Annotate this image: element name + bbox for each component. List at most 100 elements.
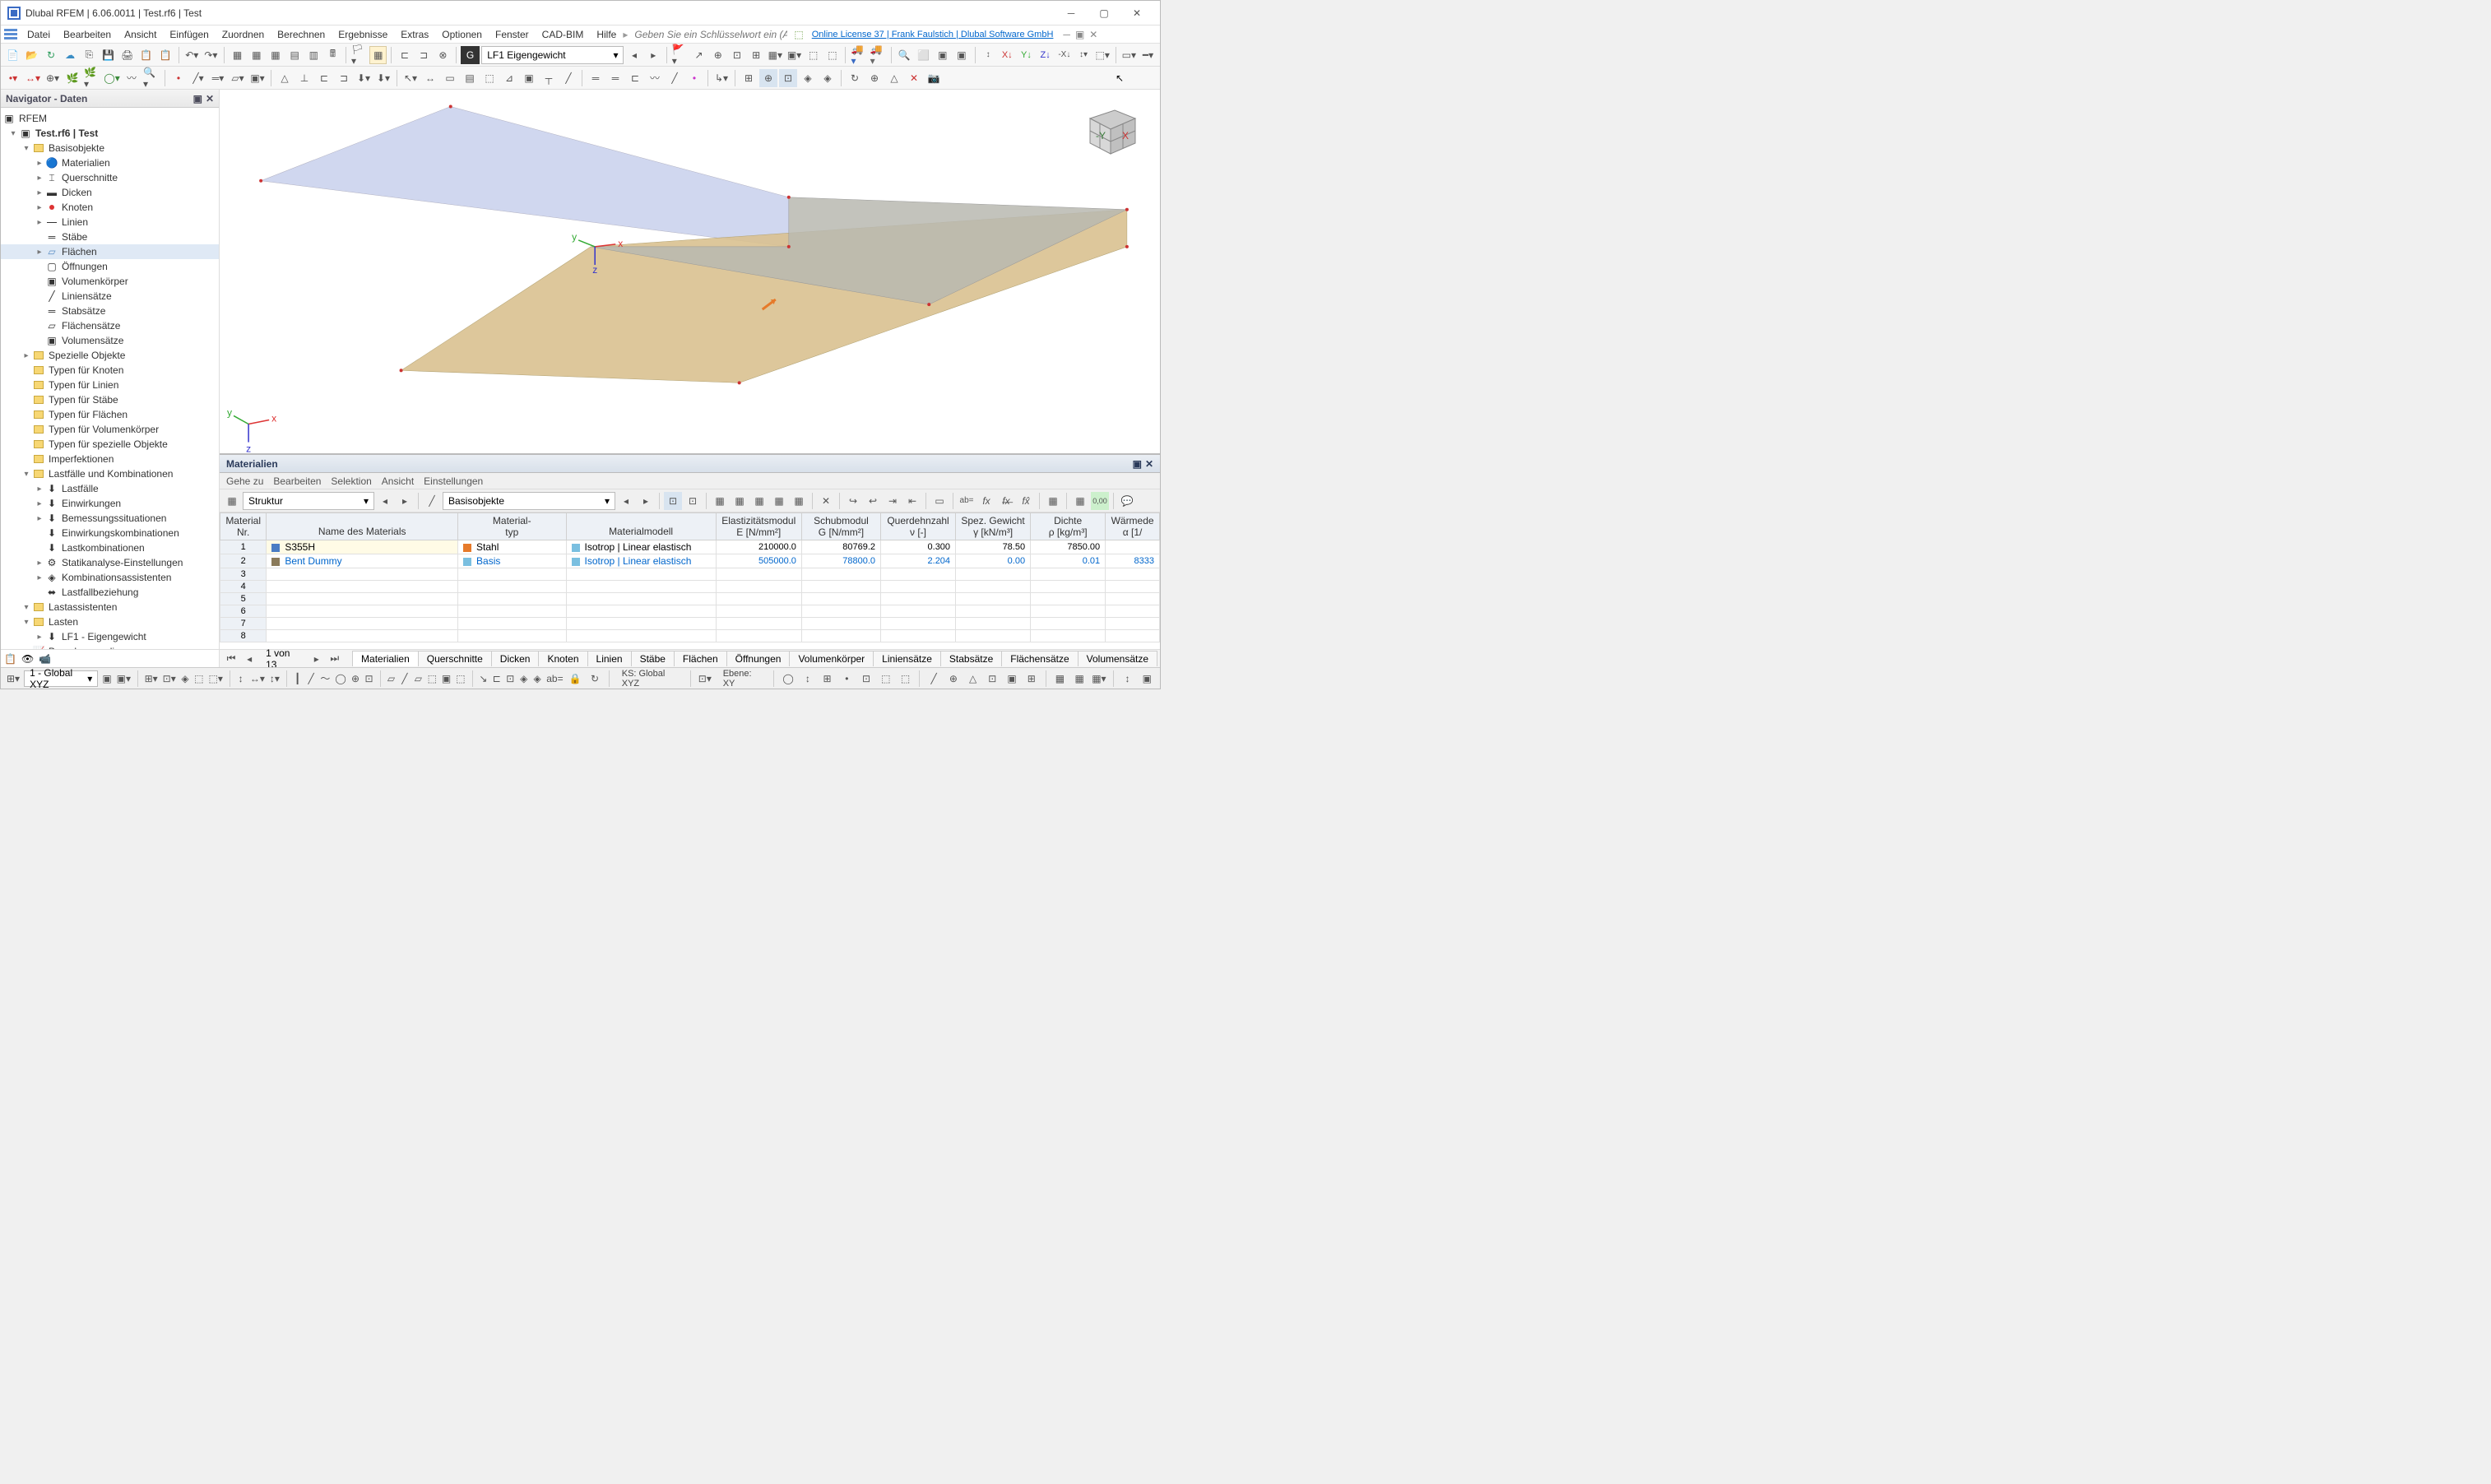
tree-lastfaelle-komb[interactable]: Lastfälle und Kombinationen xyxy=(49,468,173,480)
sb27-icon[interactable]: ◈ xyxy=(532,670,542,688)
sb26-icon[interactable]: ◈ xyxy=(518,670,528,688)
expand-icon[interactable]: ▾ xyxy=(21,470,32,479)
t1-icon[interactable]: ┬ xyxy=(540,69,558,87)
expand-icon[interactable]: ▾ xyxy=(21,603,32,612)
redo-icon[interactable]: ↷▾ xyxy=(202,46,220,64)
tree-einwirkungen[interactable]: Einwirkungen xyxy=(62,498,121,509)
cs-button-icon[interactable]: ⊞▾ xyxy=(6,670,21,688)
expand-icon[interactable]: ▸ xyxy=(34,248,45,257)
expand-icon[interactable]: ▸ xyxy=(34,559,45,568)
expand-icon[interactable]: ▸ xyxy=(34,203,45,212)
bp-num-icon[interactable]: 0,00 xyxy=(1091,492,1109,510)
nx-axis-icon[interactable]: -X↓ xyxy=(1055,46,1073,64)
navigator-tree[interactable]: ▣RFEM ▾▣Test.rf6 | Test ▾Basisobjekte ▸🔵… xyxy=(1,108,219,649)
sb23-icon[interactable]: ↘ xyxy=(478,670,488,688)
bp-t7-icon[interactable]: ▦ xyxy=(790,492,808,510)
refresh-icon[interactable]: ↻ xyxy=(42,46,59,64)
sr5-icon[interactable]: ◯ xyxy=(780,670,796,688)
bp-t2-icon[interactable]: ⊡ xyxy=(684,492,702,510)
grid3-icon[interactable]: ▦ xyxy=(267,46,284,64)
expand-icon[interactable]: ▸ xyxy=(34,485,45,494)
cell-type[interactable]: Basis xyxy=(458,554,567,568)
x-axis-icon[interactable]: X↓ xyxy=(999,46,1016,64)
tree-typen-linien[interactable]: Typen für Linien xyxy=(49,379,118,391)
cell-v[interactable] xyxy=(881,581,956,593)
grid2-icon[interactable]: ▦ xyxy=(248,46,265,64)
next-icon[interactable]: ▸ xyxy=(308,650,325,668)
sb21-icon[interactable]: ▣ xyxy=(441,670,452,688)
minimize-button[interactable]: ─ xyxy=(1055,2,1088,25)
bp-fxs-icon[interactable]: f̶x̶ xyxy=(997,492,1015,510)
load1-icon[interactable]: ⬇▾ xyxy=(355,69,373,87)
doc2-icon[interactable]: 📋 xyxy=(157,46,174,64)
sr13-icon[interactable]: ⊕ xyxy=(945,670,962,688)
expand-icon[interactable]: ▸ xyxy=(34,188,45,197)
tree2-icon[interactable]: 🌿▾ xyxy=(83,69,101,87)
view-cube[interactable]: -Y X xyxy=(1078,98,1143,164)
tree-knoten[interactable]: Knoten xyxy=(62,202,93,213)
tree-file[interactable]: Test.rf6 | Test xyxy=(35,128,98,139)
sb24-icon[interactable]: ⊏ xyxy=(492,670,502,688)
xy-icon[interactable]: ↕ xyxy=(979,46,996,64)
tree-lastfaelle[interactable]: Lastfälle xyxy=(62,483,99,494)
surf-icon[interactable]: ▱▾ xyxy=(229,69,247,87)
menu-ansicht[interactable]: Ansicht xyxy=(118,27,163,42)
tree-flaechen[interactable]: Flächen xyxy=(62,246,97,257)
line2-icon[interactable]: ╱▾ xyxy=(189,69,207,87)
sr11-icon[interactable]: ⬚ xyxy=(898,670,914,688)
cell-e[interactable] xyxy=(716,630,801,642)
cell-type[interactable]: Stahl xyxy=(458,540,567,554)
new-icon[interactable]: 📄 xyxy=(4,46,21,64)
tool-d-icon[interactable]: ⬚ xyxy=(805,46,822,64)
cell-w[interactable]: 0.00 xyxy=(956,554,1031,568)
cell-w[interactable] xyxy=(956,568,1031,581)
tree-dicken[interactable]: Dicken xyxy=(62,187,92,198)
cell-d[interactable]: 0.01 xyxy=(1031,554,1106,568)
bp-fx-icon[interactable]: fx xyxy=(977,492,995,510)
keyword-search[interactable] xyxy=(633,28,789,41)
cell-g[interactable] xyxy=(801,618,880,630)
cell-d[interactable] xyxy=(1031,568,1106,581)
copy-tool-icon[interactable]: ⊕▾ xyxy=(44,69,62,87)
load-case-combo[interactable]: LF1 Eigengewicht▾ xyxy=(481,46,624,64)
truck-icon[interactable]: 🚚▾ xyxy=(850,46,867,64)
sb18-icon[interactable]: ╱ xyxy=(400,670,410,688)
snap1-icon[interactable]: ⊞ xyxy=(740,69,758,87)
bp-t5-icon[interactable]: ▦ xyxy=(750,492,768,510)
cell-name[interactable]: Bent Dummy xyxy=(267,554,458,568)
tool-e-icon[interactable]: ⬚ xyxy=(823,46,841,64)
tree-typen-volumen[interactable]: Typen für Volumenkörper xyxy=(49,424,159,435)
cell-a[interactable] xyxy=(1106,581,1160,593)
cell-v[interactable] xyxy=(881,568,956,581)
sr7-icon[interactable]: ⊞ xyxy=(819,670,836,688)
bp-del-icon[interactable]: ✕ xyxy=(817,492,835,510)
table-tab[interactable]: Liniensätze xyxy=(873,651,941,666)
maximize-button[interactable]: ▢ xyxy=(1088,2,1120,25)
sb22-icon[interactable]: ⬚ xyxy=(455,670,466,688)
sr14-icon[interactable]: △ xyxy=(965,670,981,688)
sb16-icon[interactable]: ⊡ xyxy=(364,670,373,688)
table-tab[interactable]: Volumensätze xyxy=(1078,651,1157,666)
mdi-minimize[interactable]: ─ xyxy=(1063,29,1070,40)
cs-icon[interactable]: ↳▾ xyxy=(712,69,731,87)
cell-d[interactable] xyxy=(1031,618,1106,630)
tool-a-icon[interactable]: ⊕ xyxy=(709,46,726,64)
tree-oeffnungen[interactable]: Öffnungen xyxy=(62,261,108,272)
basis-combo[interactable]: Basisobjekte▾ xyxy=(443,492,615,510)
dim-icon[interactable]: ↔ xyxy=(421,69,439,87)
bp-fxi-icon[interactable]: fx̂ xyxy=(1017,492,1035,510)
open-icon[interactable]: 📂 xyxy=(23,46,40,64)
row-nr[interactable]: 7 xyxy=(220,618,267,630)
table-tab[interactable]: Stabsätze xyxy=(940,651,1002,666)
menu-berechnen[interactable]: Berechnen xyxy=(271,27,332,42)
sb10-icon[interactable]: ↕▾ xyxy=(269,670,281,688)
tree-imperfektionen[interactable]: Imperfektionen xyxy=(49,453,114,465)
struct-combo[interactable]: Struktur▾ xyxy=(243,492,374,510)
menu-ergebnisse[interactable]: Ergebnisse xyxy=(332,27,394,42)
sr6-icon[interactable]: ↕ xyxy=(800,670,816,688)
menu-zuordnen[interactable]: Zuordnen xyxy=(216,27,271,42)
expand-icon[interactable]: ▸ xyxy=(34,573,45,582)
cell-g[interactable]: 80769.2 xyxy=(801,540,880,554)
cell-name[interactable]: S355H xyxy=(267,540,458,554)
bp-t3-icon[interactable]: ▦ xyxy=(711,492,729,510)
